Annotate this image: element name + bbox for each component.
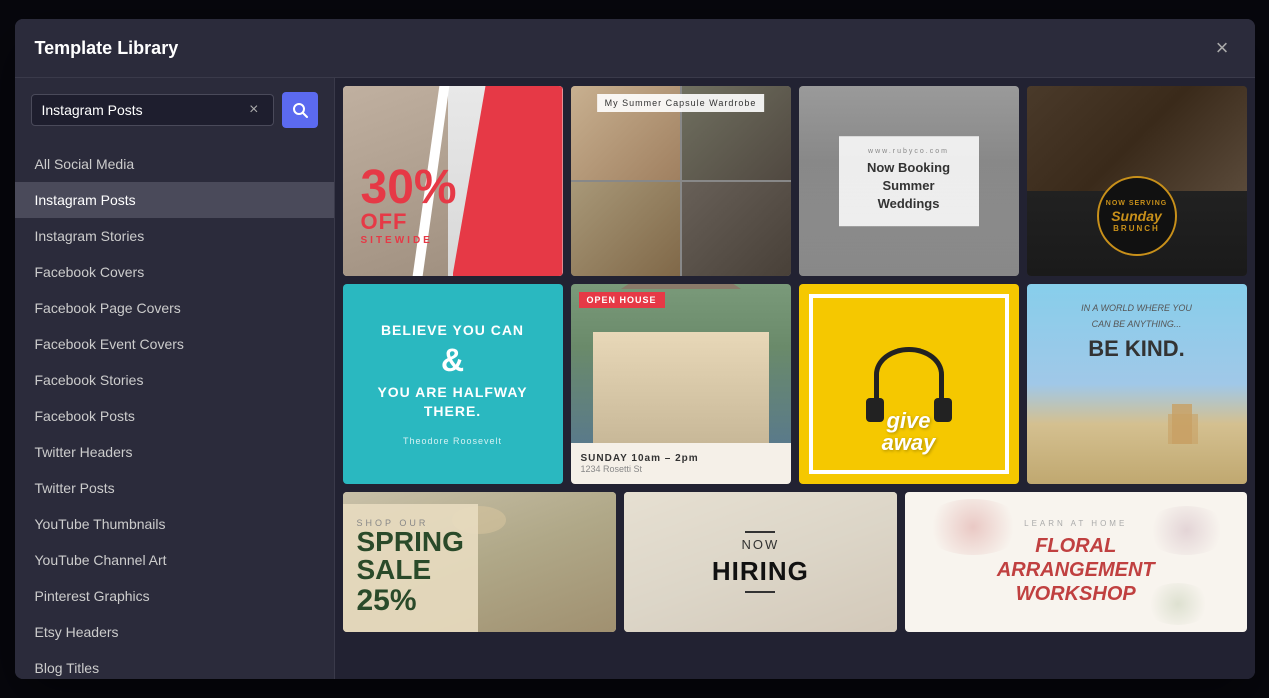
template-card-spring-sale[interactable]: SHOP OUR SPRINGSALE 25% (343, 492, 616, 632)
sidebar-item-facebook-stories[interactable]: Facebook Stories (15, 362, 334, 398)
hiring-text: HIRING (712, 556, 809, 587)
content-area[interactable]: 30% OFF SITEWIDE (335, 78, 1255, 679)
template-card-motivational[interactable]: BELIEVE YOU CAN & YOU ARE HALFWAYTHERE. … (343, 284, 563, 484)
search-button[interactable] (282, 92, 318, 128)
brunch-text: BRUNCH (1113, 224, 1160, 233)
bekind-main-text: BE KIND. (1043, 336, 1231, 362)
template-row-2: BELIEVE YOU CAN & YOU ARE HALFWAYTHERE. … (343, 284, 1247, 484)
sidebar-item-blog-titles[interactable]: Blog Titles (15, 650, 334, 679)
close-button[interactable]: × (1210, 35, 1235, 61)
address-text: 1234 Rosetti St (581, 464, 781, 474)
template-library-modal: Template Library × × (15, 19, 1255, 679)
template-card-floral[interactable]: LEARN AT HOME FLORALARRANGEMENTWORKSHOP (905, 492, 1247, 632)
bekind-pre-text: IN A WORLD WHERE YOUCAN BE ANYTHING... (1043, 300, 1231, 332)
sale-30-text: 30% (361, 166, 457, 209)
website-text: www.rubyco.com (855, 148, 963, 155)
sidebar-item-instagram-posts[interactable]: Instagram Posts (15, 182, 334, 218)
open-house-badge: OPEN HOUSE (579, 292, 665, 308)
halfway-text: YOU ARE HALFWAYTHERE. (377, 383, 527, 419)
modal-overlay: Template Library × × (0, 0, 1269, 698)
giveaway-text: giveaway (882, 410, 936, 454)
template-card-now-hiring[interactable]: NOW HIRING (624, 492, 897, 632)
spring-sale-text: SPRINGSALE (357, 528, 464, 584)
sidebar-item-youtube-channel-art[interactable]: YouTube Channel Art (15, 542, 334, 578)
search-clear-button[interactable]: × (245, 101, 262, 119)
sidebar-item-facebook-event-covers[interactable]: Facebook Event Covers (15, 326, 334, 362)
quote-author: Theodore Roosevelt (403, 436, 502, 446)
believe-text: BELIEVE YOU CAN (381, 322, 524, 338)
search-bar: × (15, 78, 334, 142)
sidebar-item-facebook-page-covers[interactable]: Facebook Page Covers (15, 290, 334, 326)
template-card-wedding[interactable]: www.rubyco.com Now BookingSummer Wedding… (799, 86, 1019, 276)
sidebar-item-facebook-covers[interactable]: Facebook Covers (15, 254, 334, 290)
wedding-text-box: www.rubyco.com Now BookingSummer Wedding… (839, 136, 979, 226)
template-card-openhouse[interactable]: OPEN HOUSE SUNDAY 10am – 2pm 1234 Rosett… (571, 284, 791, 484)
sidebar: × All Social Media Instagram Posts Insta… (15, 78, 335, 679)
sidebar-item-all-social-media[interactable]: All Social Media (15, 146, 334, 182)
modal-title: Template Library (35, 38, 179, 59)
template-card-brunch[interactable]: NOW SERVING Sunday BRUNCH (1027, 86, 1247, 276)
modal-body: × All Social Media Instagram Posts Insta… (15, 78, 1255, 679)
now-booking-text: Now BookingSummer Weddings (855, 159, 963, 214)
wardrobe-title: My Summer Capsule Wardrobe (597, 94, 765, 112)
now-serving-text: NOW SERVING (1106, 199, 1167, 209)
template-card-sale[interactable]: 30% OFF SITEWIDE (343, 86, 563, 276)
floral-label: LEARN AT HOME (1024, 519, 1127, 528)
sidebar-item-etsy-headers[interactable]: Etsy Headers (15, 614, 334, 650)
sidebar-item-twitter-headers[interactable]: Twitter Headers (15, 434, 334, 470)
template-card-giveaway[interactable]: giveaway (799, 284, 1019, 484)
spring-percent: 25% (357, 584, 464, 618)
modal-header: Template Library × (15, 19, 1255, 78)
now-text: NOW (741, 537, 779, 552)
brunch-badge: NOW SERVING Sunday BRUNCH (1097, 176, 1177, 256)
sidebar-item-pinterest-graphics[interactable]: Pinterest Graphics (15, 578, 334, 614)
template-card-wardrobe[interactable]: My Summer Capsule Wardrobe (571, 86, 791, 276)
floral-title-text: FLORALARRANGEMENTWORKSHOP (997, 534, 1155, 606)
sidebar-item-twitter-posts[interactable]: Twitter Posts (15, 470, 334, 506)
sunday-time-text: SUNDAY 10am – 2pm (581, 453, 781, 464)
template-card-bekind[interactable]: IN A WORLD WHERE YOUCAN BE ANYTHING... B… (1027, 284, 1247, 484)
template-row-1: 30% OFF SITEWIDE (343, 86, 1247, 276)
sale-sitewide-text: SITEWIDE (361, 235, 457, 246)
sidebar-item-instagram-stories[interactable]: Instagram Stories (15, 218, 334, 254)
search-input[interactable] (42, 102, 246, 118)
template-row-3: SHOP OUR SPRINGSALE 25% (343, 492, 1247, 632)
sidebar-nav: All Social Media Instagram Posts Instagr… (15, 142, 334, 679)
search-input-wrapper: × (31, 94, 274, 126)
sidebar-item-youtube-thumbnails[interactable]: YouTube Thumbnails (15, 506, 334, 542)
sidebar-item-facebook-posts[interactable]: Facebook Posts (15, 398, 334, 434)
amp-text: & (441, 342, 464, 379)
sunday-text: Sunday (1111, 208, 1162, 224)
search-icon (292, 102, 308, 118)
